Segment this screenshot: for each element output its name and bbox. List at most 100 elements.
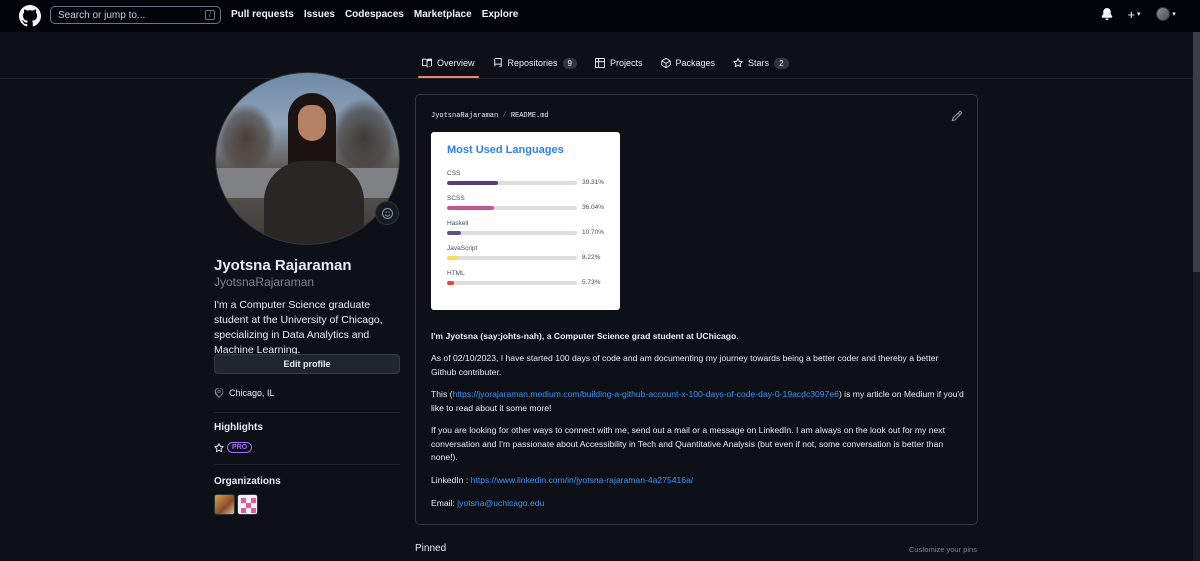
profile-tabs: Overview Repositories 9 Projects Package… xyxy=(418,56,789,78)
language-bar-fill xyxy=(447,231,461,235)
highlights-pro: PRO xyxy=(214,442,253,453)
github-mark-icon[interactable] xyxy=(19,5,41,27)
profile-login: JyotsnaRajaraman xyxy=(214,275,315,289)
email-link[interactable]: jyotsna@uchicago.edu xyxy=(457,498,544,508)
readme-paragraph: This (https://jyorajaraman.medium.com/bu… xyxy=(431,388,966,415)
linkedin-link[interactable]: https://www.linkedin.com/in/jyotsna-raja… xyxy=(471,475,694,485)
search-shortcut-key: / xyxy=(205,10,215,20)
tab-overview[interactable]: Overview xyxy=(418,56,478,78)
chevron-down-icon: ▾ xyxy=(1172,11,1176,18)
edit-profile-button[interactable]: Edit profile xyxy=(214,354,400,374)
tabs-divider xyxy=(0,78,1200,79)
language-bar xyxy=(447,206,577,210)
nav-marketplace[interactable]: Marketplace xyxy=(414,9,472,20)
language-bar-fill xyxy=(447,256,458,260)
language-row: SCSS 36.04% xyxy=(447,195,607,219)
pinned-title: Pinned xyxy=(415,543,447,554)
language-row: Haskell 10.70% xyxy=(447,220,607,244)
customize-pins-link[interactable]: Customize your pins xyxy=(909,545,977,554)
language-name: JavaScript xyxy=(447,245,478,252)
set-status-button[interactable] xyxy=(375,201,399,225)
tab-stars[interactable]: Stars 2 xyxy=(733,56,789,70)
readme-linkedin: LinkedIn : https://www.linkedin.com/in/j… xyxy=(431,474,966,488)
highlights-title: Highlights xyxy=(214,422,263,433)
tab-packages[interactable]: Packages xyxy=(660,56,715,70)
tab-label: Stars xyxy=(748,58,770,68)
readme-intro: I'm Jyotsna (say:johts-nah), a Computer … xyxy=(431,330,966,344)
readme-breadcrumb: JyotsnaRajaraman / README.md xyxy=(431,112,549,120)
profile-name: Jyotsna Rajaraman xyxy=(214,257,352,274)
language-percent: 10.70% xyxy=(582,229,605,236)
readme-card: JyotsnaRajaraman / README.md Most Used L… xyxy=(415,94,978,525)
language-bar-fill xyxy=(447,206,494,210)
language-bar xyxy=(447,281,577,285)
book-icon xyxy=(422,58,432,68)
breadcrumb-separator: / xyxy=(502,112,507,120)
pencil-icon[interactable] xyxy=(951,110,963,122)
profile-location: Chicago, IL xyxy=(214,388,275,398)
readme-file-link[interactable]: README.md xyxy=(511,112,549,120)
pro-badge[interactable]: PRO xyxy=(227,442,253,453)
medium-article-link[interactable]: https://jyorajaraman.medium.com/building… xyxy=(452,389,838,399)
languages-title: Most Used Languages xyxy=(447,144,564,156)
language-name: SCSS xyxy=(447,195,465,202)
language-bar xyxy=(447,256,577,260)
language-name: CSS xyxy=(447,170,461,177)
scrollbar-thumb[interactable] xyxy=(1193,32,1200,272)
email-label: Email: xyxy=(431,498,458,508)
linkedin-label: LinkedIn : xyxy=(431,475,471,485)
search-input[interactable]: Search or jump to... / xyxy=(50,6,221,24)
repo-count-badge: 9 xyxy=(562,57,577,69)
language-bar-fill xyxy=(447,181,499,185)
search-placeholder: Search or jump to... xyxy=(58,9,146,21)
language-bar-fill xyxy=(447,281,455,285)
plus-dropdown-button[interactable]: + ▾ xyxy=(1127,6,1141,22)
section-divider xyxy=(214,412,400,413)
readme-paragraph: If you are looking for other ways to con… xyxy=(431,425,945,462)
avatar xyxy=(1156,7,1171,21)
section-divider xyxy=(214,464,400,465)
language-row: JavaScript 8.22% xyxy=(447,245,607,269)
table-icon xyxy=(595,58,605,68)
package-icon xyxy=(660,58,671,68)
bell-icon[interactable] xyxy=(1100,7,1114,21)
tab-label: Repositories xyxy=(507,58,558,68)
user-menu-button[interactable]: ▾ xyxy=(1154,7,1178,21)
nav-codespaces[interactable]: Codespaces xyxy=(345,9,404,20)
readme-owner-link[interactable]: JyotsnaRajaraman xyxy=(431,112,498,120)
profile-avatar[interactable] xyxy=(215,72,400,245)
profile-bio: I'm a Computer Science graduate student … xyxy=(214,299,383,356)
readme-email: Email: jyotsna@uchicago.edu xyxy=(431,497,966,511)
intro-text: I'm Jyotsna (say:johts-nah), a Computer … xyxy=(431,331,739,341)
repo-icon xyxy=(493,58,502,67)
global-nav: Pull requests Issues Codespaces Marketpl… xyxy=(231,9,518,20)
tab-repositories[interactable]: Repositories 9 xyxy=(493,56,577,70)
header-actions: + ▾ ▾ xyxy=(1100,6,1178,22)
language-percent: 8.22% xyxy=(582,254,601,261)
tab-label: Projects xyxy=(610,58,643,68)
stars-count-badge: 2 xyxy=(774,57,789,69)
location-text: Chicago, IL xyxy=(229,388,275,398)
organization-avatar[interactable] xyxy=(214,494,235,515)
nav-explore[interactable]: Explore xyxy=(482,9,519,20)
plus-icon: + xyxy=(1127,6,1136,22)
star-icon xyxy=(733,58,743,67)
most-used-languages-card: Most Used Languages CSS 39.31% SCSS 36.0… xyxy=(431,132,620,310)
chevron-down-icon: ▾ xyxy=(1137,11,1141,18)
language-percent: 39.31% xyxy=(582,179,605,186)
organizations-list xyxy=(214,494,258,515)
nav-pull-requests[interactable]: Pull requests xyxy=(231,9,294,20)
nav-issues[interactable]: Issues xyxy=(304,9,335,20)
language-row: CSS 39.31% xyxy=(447,170,607,194)
tab-label: Overview xyxy=(437,58,475,68)
tab-projects[interactable]: Projects xyxy=(595,56,643,70)
paragraph-text: This ( xyxy=(431,389,453,399)
language-bar xyxy=(447,231,577,235)
language-name: HTML xyxy=(447,270,465,277)
organization-avatar[interactable] xyxy=(237,494,258,515)
organizations-title: Organizations xyxy=(214,476,281,487)
global-header: Search or jump to... / Pull requests Iss… xyxy=(0,0,1200,32)
language-bar xyxy=(447,181,577,185)
smiley-icon xyxy=(381,207,393,219)
readme-paragraph: As of 02/10/2023, I have started 100 day… xyxy=(431,353,939,377)
